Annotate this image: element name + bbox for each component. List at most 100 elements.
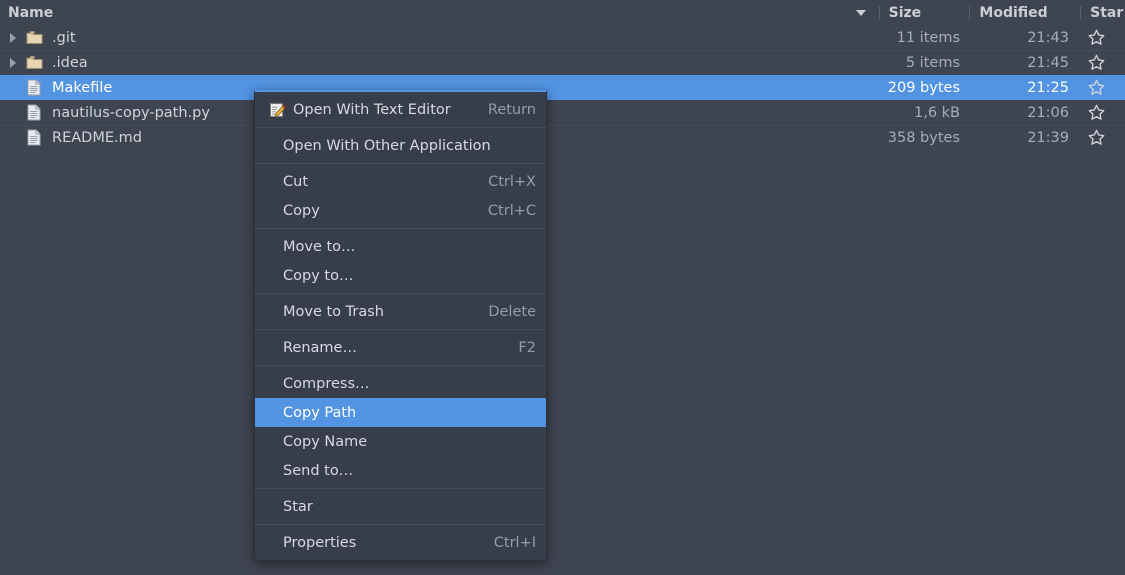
menu-item-label: Move to… <box>283 238 356 255</box>
menu-item-move-to-trash[interactable]: Move to Trash Delete <box>255 297 546 326</box>
file-icon <box>22 129 46 146</box>
cell-size: 209 bytes <box>887 79 960 96</box>
menu-item-shortcut: Return <box>487 101 536 118</box>
star-icon-svg <box>1088 54 1105 70</box>
menu-item-label: Send to… <box>283 462 354 479</box>
menu-item-send-to[interactable]: Send to… <box>255 456 546 485</box>
triangle-right-icon <box>10 32 16 43</box>
star-icon-svg <box>1088 29 1105 45</box>
file-list-view[interactable]: Name Size Modified Star .git 11 items 21:4… <box>0 0 1125 575</box>
star-toggle[interactable] <box>1081 54 1125 71</box>
menu-item-label: Copy to… <box>283 267 354 284</box>
menu-item-label: Open With Text Editor <box>293 101 451 118</box>
column-header-star[interactable]: Star <box>1081 5 1125 21</box>
cell-size: 5 items <box>905 54 960 71</box>
file-rows: .git 11 items 21:43 .idea 5 items 21:45 Makefi… <box>0 25 1125 150</box>
column-header-modified[interactable]: Modified <box>970 5 1080 21</box>
folder-icon <box>22 30 46 45</box>
menu-item-label: Cut <box>283 173 308 190</box>
menu-item-label: Move to Trash <box>283 303 384 320</box>
column-header-row: Name Size Modified Star <box>0 0 1125 25</box>
star-icon-svg <box>1088 104 1105 120</box>
menu-item-star[interactable]: Star <box>255 492 546 521</box>
expand-triangle-icon[interactable] <box>4 57 22 68</box>
file-name-label: README.md <box>52 129 142 146</box>
cell-name[interactable]: .idea <box>0 55 881 71</box>
column-header-size[interactable]: Size <box>880 5 970 21</box>
menu-item-label: Star <box>283 498 313 515</box>
table-row[interactable]: .idea 5 items 21:45 <box>0 50 1125 75</box>
menu-item-properties[interactable]: Properties Ctrl+I <box>255 528 546 557</box>
menu-item-label: Properties <box>283 534 357 551</box>
menu-item-open-with-other-application[interactable]: Open With Other Application <box>255 131 546 160</box>
column-header-name[interactable]: Name <box>0 5 843 21</box>
text-editor-icon <box>265 101 289 118</box>
file-name-label: .idea <box>52 54 88 71</box>
cell-modified: 21:06 <box>1027 104 1069 121</box>
menu-item-shortcut: Delete <box>488 303 536 320</box>
menu-item-label: Rename… <box>283 339 357 356</box>
menu-item-copy-to[interactable]: Copy to… <box>255 261 546 290</box>
menu-separator <box>255 127 546 128</box>
menu-separator <box>255 293 546 294</box>
sort-descending-caret-icon[interactable] <box>843 9 879 16</box>
menu-separator <box>255 365 546 366</box>
file-icon-svg <box>27 129 41 146</box>
triangle-right-icon <box>10 57 16 68</box>
star-icon-svg <box>1088 129 1105 145</box>
menu-item-shortcut: Ctrl+C <box>487 202 536 219</box>
menu-item-copy-name[interactable]: Copy Name <box>255 427 546 456</box>
file-name-label: Makefile <box>52 79 113 96</box>
expand-triangle-icon[interactable] <box>4 32 22 43</box>
text-editor-icon-svg <box>269 102 286 118</box>
file-icon-svg <box>27 79 41 96</box>
cell-size: 358 bytes <box>887 129 960 146</box>
menu-item-label: Open With Other Application <box>283 137 491 154</box>
star-toggle[interactable] <box>1081 104 1125 121</box>
menu-item-copy[interactable]: Copy Ctrl+C <box>255 196 546 225</box>
menu-item-shortcut: Ctrl+X <box>488 173 536 190</box>
menu-item-label: Copy Path <box>283 404 357 421</box>
cell-modified: 21:25 <box>1027 79 1069 96</box>
menu-separator <box>255 488 546 489</box>
context-menu[interactable]: Open With Text Editor Return Open With Oth… <box>254 90 547 561</box>
star-toggle[interactable] <box>1081 129 1125 146</box>
folder-icon <box>22 55 46 70</box>
cell-modified: 21:43 <box>1027 29 1069 46</box>
caret-down-icon <box>855 9 866 16</box>
star-toggle[interactable] <box>1081 79 1125 96</box>
menu-item-shortcut: F2 <box>518 339 536 356</box>
menu-separator <box>255 163 546 164</box>
cell-size: 11 items <box>896 29 960 46</box>
table-row[interactable]: Makefile 209 bytes 21:25 <box>0 75 1125 100</box>
cell-modified: 21:39 <box>1027 129 1069 146</box>
menu-item-cut[interactable]: Cut Ctrl+X <box>255 167 546 196</box>
star-icon-svg <box>1088 79 1105 95</box>
file-icon-svg <box>27 104 41 121</box>
file-name-label: nautilus-copy-path.py <box>52 104 210 121</box>
menu-item-shortcut: Ctrl+I <box>493 534 536 551</box>
star-toggle[interactable] <box>1081 29 1125 46</box>
menu-separator <box>255 329 546 330</box>
table-row[interactable]: README.md 358 bytes 21:39 <box>0 125 1125 150</box>
folder-icon-svg <box>26 31 42 44</box>
menu-item-compress[interactable]: Compress… <box>255 369 546 398</box>
folder-icon-svg <box>26 56 42 69</box>
menu-separator <box>255 228 546 229</box>
file-icon <box>22 79 46 96</box>
cell-modified: 21:45 <box>1027 54 1069 71</box>
file-icon <box>22 104 46 121</box>
menu-item-rename[interactable]: Rename… F2 <box>255 333 546 362</box>
menu-item-label: Copy Name <box>283 433 368 450</box>
menu-item-label: Compress… <box>283 375 370 392</box>
cell-size: 1,6 kB <box>913 104 960 121</box>
file-name-label: .git <box>52 29 76 46</box>
cell-name[interactable]: .git <box>0 30 881 46</box>
table-row[interactable]: nautilus-copy-path.py 1,6 kB 21:06 <box>0 100 1125 125</box>
table-row[interactable]: .git 11 items 21:43 <box>0 25 1125 50</box>
menu-item-copy-path[interactable]: Copy Path <box>255 398 546 427</box>
menu-item-open-with-text-editor[interactable]: Open With Text Editor Return <box>255 95 546 124</box>
menu-item-move-to[interactable]: Move to… <box>255 232 546 261</box>
menu-separator <box>255 524 546 525</box>
menu-item-label: Copy <box>283 202 320 219</box>
